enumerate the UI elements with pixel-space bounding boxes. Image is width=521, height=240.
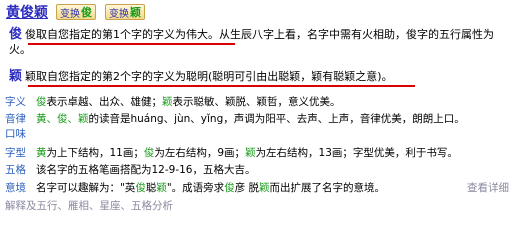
header: 黄俊颖 变换俊 变换颖: [6, 3, 154, 21]
imagery-part: 而出扩展了名字的意境。: [269, 182, 386, 194]
char2-glyph: 颖: [9, 69, 23, 84]
meaning-label: 字义: [5, 96, 26, 108]
char-ref: 俊: [224, 182, 235, 194]
swap-second-char-button[interactable]: 变换颖: [105, 4, 145, 20]
name-result-panel: 黄俊颖 变换俊 变换颖 俊俊取自您指定的第1个字的字义为伟大。从生辰八字上看，名…: [0, 0, 521, 217]
char-ref: 黄、俊、颖: [36, 113, 89, 125]
sound-part: 的读音是huáng、jùn、yǐng，声调为阳平、去声、上声，音律优美，朗朗上口…: [88, 113, 465, 125]
swap-char: 俊: [81, 6, 92, 19]
separator: 、: [89, 200, 100, 212]
swap-first-char-button[interactable]: 变换俊: [56, 4, 96, 20]
shape-label: 字型: [5, 147, 26, 159]
char1-glyph: 俊: [9, 27, 23, 42]
char-ref: 颖: [245, 147, 256, 159]
char1-explanation: 俊俊取自您指定的第1个字的字义为伟大。从生辰八字上看，名字中需有火相助，俊字的五…: [9, 27, 514, 57]
shape-text: 黄为上下结构，11画；俊为左右结构，9画；颖为左右结构，13画；字型优美，利于书…: [36, 146, 514, 161]
sound-label: 音律: [5, 113, 26, 125]
imagery-part: 名字可以趣解为："英: [36, 182, 136, 194]
swap-label: 变换: [60, 8, 80, 20]
sound-row: 音律 口味 黄、俊、颖的读音是huáng、jùn、yǐng，声调为阳平、去声、上…: [5, 112, 515, 142]
name-title[interactable]: 黄俊颖: [6, 2, 48, 22]
analysis-links: 解释及五行、雁相、星座、五格分析: [5, 198, 173, 213]
wuge-label: 五格: [5, 164, 26, 176]
char1-underline: [28, 43, 235, 45]
char2-underline: [28, 85, 415, 87]
view-details-link[interactable]: 查看详细: [467, 181, 509, 196]
swap-char: 颖: [130, 6, 141, 19]
separator: 、: [120, 200, 132, 212]
imagery-label: 意境: [5, 182, 26, 194]
sound-sublabel: 口味: [5, 128, 26, 140]
meaning-part: 表示聪敏、颖脱、颖哲，意义优美。: [172, 96, 341, 108]
char2-underlined-text: 颖取自您指定的第2个字的字义为聪明(聪明可引由出聪颖，颖有聪颖之意)。: [25, 70, 393, 83]
imagery-part: "。成语旁求: [166, 182, 225, 194]
imagery-part: 彦 脱: [234, 182, 260, 194]
link-explanation-wuxing[interactable]: 解释及五行: [5, 200, 58, 212]
char-ref: 俊: [135, 182, 146, 194]
shape-part: 为上下结构，11画；: [46, 147, 144, 159]
char-ref: 俊: [143, 147, 155, 159]
link-face[interactable]: 雁相: [68, 200, 89, 212]
char-ref: 颖: [162, 96, 173, 108]
char-ref: 颖: [156, 182, 167, 194]
swap-label: 变换: [109, 8, 129, 20]
link-constellation[interactable]: 星座: [100, 200, 121, 212]
shape-part: 为左右结构，9画；: [154, 147, 246, 159]
imagery-part: 聪: [145, 182, 157, 194]
sound-text: 黄、俊、颖的读音是huáng、jùn、yǐng，声调为阳平、去声、上声，音律优美…: [36, 112, 514, 127]
char-ref: 俊: [36, 96, 47, 108]
char2-explanation: 颖颖取自您指定的第2个字的字义为聪明(聪明可引由出聪颖，颖有聪颖之意)。: [9, 69, 514, 84]
separator: 、: [57, 200, 69, 212]
link-wuge-analysis[interactable]: 五格分析: [131, 200, 173, 212]
char-ref: 黄: [36, 147, 47, 159]
wuge-text: 该名字的五格笔画搭配为12-9-16，五格大吉。: [36, 164, 256, 176]
char-ref: 颖: [259, 182, 270, 194]
meaning-text: 俊表示卓越、出众、雄健；颖表示聪敏、颖脱、颖哲，意义优美。: [36, 95, 514, 110]
shape-part: 为左右结构，13画；字型优美，利于书写。: [255, 147, 458, 159]
char1-underlined-text: 俊取自您指定的第1个字的字义为伟大。: [25, 28, 220, 41]
imagery-text: 名字可以趣解为："英俊聪颖"。成语旁求俊彦 脱颖而出扩展了名字的意境。: [36, 181, 514, 196]
meaning-part: 表示卓越、出众、雄健；: [46, 96, 163, 108]
